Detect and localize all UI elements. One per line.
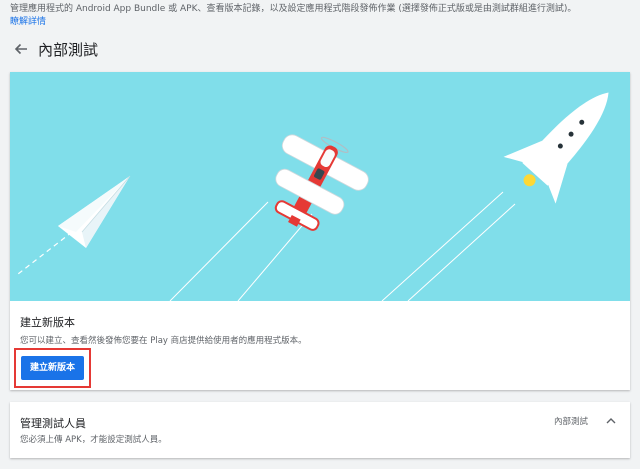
flying-objects-illustration [17,92,609,301]
release-card-title: 建立新版本 [20,316,75,329]
rocket-icon [503,92,609,204]
create-release-button[interactable]: 建立新版本 [21,356,84,380]
track-label: 內部測試 [554,417,589,427]
page-title: 內部測試 [38,41,99,59]
hero-illustration [10,72,630,301]
intro-text: 管理應用程式的 Android App Bundle 或 APK、查看版本記錄，… [10,4,577,14]
highlight-box: 建立新版本 [14,348,91,388]
airplane-icon [274,134,369,231]
chevron-up-icon[interactable] [604,414,618,428]
testers-card: 管理測試人員 您必須上傳 APK，才能設定測試人員。 內部測試 [10,402,630,458]
arrow-left-icon[interactable] [12,40,30,58]
release-card: 建立新版本 您可以建立、查看然後發佈您要在 Play 商店提供給使用者的應用程式… [10,72,630,390]
testers-card-description: 您必須上傳 APK，才能設定測試人員。 [20,435,167,445]
release-card-description: 您可以建立、查看然後發佈您要在 Play 商店提供給使用者的應用程式版本。 [20,336,307,346]
paper-plane-icon [58,175,131,248]
testers-card-title: 管理測試人員 [20,417,86,430]
learn-more-link[interactable]: 瞭解詳情 [10,16,46,29]
